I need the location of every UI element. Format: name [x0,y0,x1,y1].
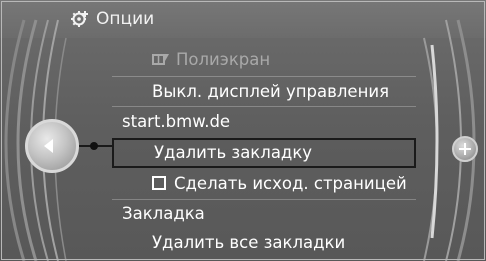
menu-item-set-homepage-label: Сделать исход. страницей [174,174,407,193]
idrive-screen: Опции Полиэкран Выкл. дисплей управления… [0,0,486,261]
right-scroll-track [423,19,476,261]
back-controller-knob[interactable] [25,119,79,173]
split-screen-icon [152,54,169,65]
menu-item-delete-all-bookmarks[interactable]: Удалить все закладки [112,228,416,258]
menu-item-delete-bookmark-label: Удалить закладку [154,143,313,162]
menu-header-bookmark: Закладка [112,199,416,229]
menu-item-delete-bookmark[interactable]: Удалить закладку [112,138,416,168]
menu-item-fullscreen-label: Полиэкран [176,50,271,69]
arrow-left-icon [44,139,53,153]
menu-item-set-homepage[interactable]: Сделать исход. страницей [112,169,416,199]
title-bar: Опции [0,0,486,38]
menu-header-bookmark-label: Закладка [122,204,205,223]
menu-item-display-off-label: Выкл. дисплей управления [152,82,390,101]
menu-item-delete-all-bookmarks-label: Удалить все закладки [152,233,346,252]
selection-pointer-dot [90,142,98,150]
gear-plus-icon [71,11,88,27]
screen-title: Опции [96,9,155,29]
menu-item-display-off[interactable]: Выкл. дисплей управления [112,77,416,107]
scrollbar-thumb [430,44,439,239]
more-options-knob[interactable] [452,136,478,162]
menu-header-site: start.bmw.de [112,107,416,137]
menu-header-site-label: start.bmw.de [122,112,231,131]
homepage-checkbox[interactable] [152,176,166,190]
menu-item-fullscreen: Полиэкран [112,45,416,75]
